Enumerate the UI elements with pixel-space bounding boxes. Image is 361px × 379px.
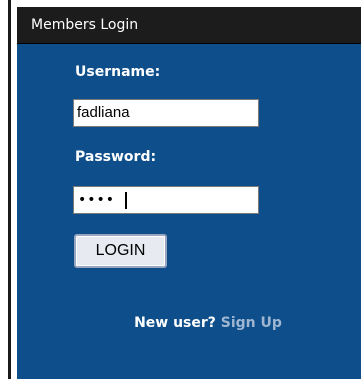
password-label: Password: (75, 149, 157, 165)
password-masked-value: •••• (78, 192, 116, 208)
username-value: fadliana (77, 104, 130, 121)
login-button[interactable]: LOGIN (74, 234, 167, 268)
panel-header: Members Login (17, 7, 361, 44)
panel-title: Members Login (31, 17, 139, 33)
login-panel: Members Login Username: fadliana Passwor… (11, 0, 361, 379)
login-form: Username: fadliana Password: •••• LOGIN … (17, 44, 361, 379)
password-input[interactable]: •••• (73, 186, 259, 214)
new-user-text: New user? (134, 315, 216, 331)
sign-up-link[interactable]: Sign Up (221, 315, 282, 331)
members-login-widget: Members Login Username: fadliana Passwor… (0, 0, 361, 379)
signup-prompt: New user? Sign Up (17, 315, 361, 331)
text-caret (125, 192, 127, 209)
username-input[interactable]: fadliana (73, 99, 259, 127)
username-label: Username: (75, 64, 161, 80)
